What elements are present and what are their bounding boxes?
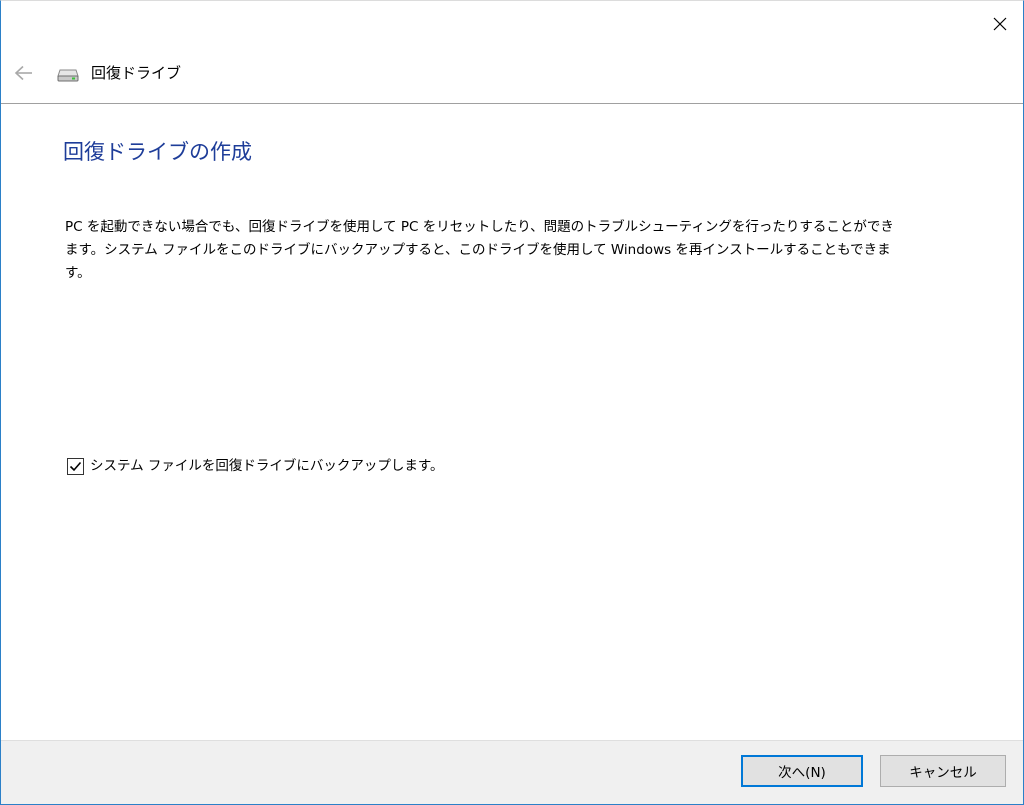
next-button[interactable]: 次へ(N)	[741, 755, 863, 787]
description-text: PC を起動できない場合でも、回復ドライブを使用して PC をリセットしたり、問…	[65, 219, 894, 281]
back-arrow-icon	[14, 65, 32, 81]
drive-icon	[57, 69, 79, 82]
backup-system-files-checkbox[interactable]	[67, 457, 84, 475]
close-button[interactable]	[983, 9, 1017, 39]
nav-title: 回復ドライブ	[91, 64, 182, 82]
main-content: 回復ドライブの作成 PC を起動できない場合でも、回復ドライブを使用して PC …	[1, 104, 1023, 740]
navigation-bar: 回復ドライブ	[1, 49, 1023, 104]
backup-system-files-option[interactable]: システム ファイルを回復ドライブにバックアップします。	[67, 456, 444, 476]
cancel-button[interactable]: キャンセル	[880, 755, 1006, 787]
button-bar: 次へ(N) キャンセル	[1, 740, 1023, 804]
recovery-drive-window: 回復ドライブ 回復ドライブの作成 PC を起動できない場合でも、回復ドライブを使…	[0, 0, 1024, 805]
checkmark-icon	[69, 461, 82, 471]
backup-system-files-label: システム ファイルを回復ドライブにバックアップします。	[90, 458, 444, 474]
back-button[interactable]	[9, 59, 39, 87]
close-icon	[993, 17, 1007, 31]
title-bar	[1, 1, 1023, 49]
page-title: 回復ドライブの作成	[63, 140, 252, 164]
